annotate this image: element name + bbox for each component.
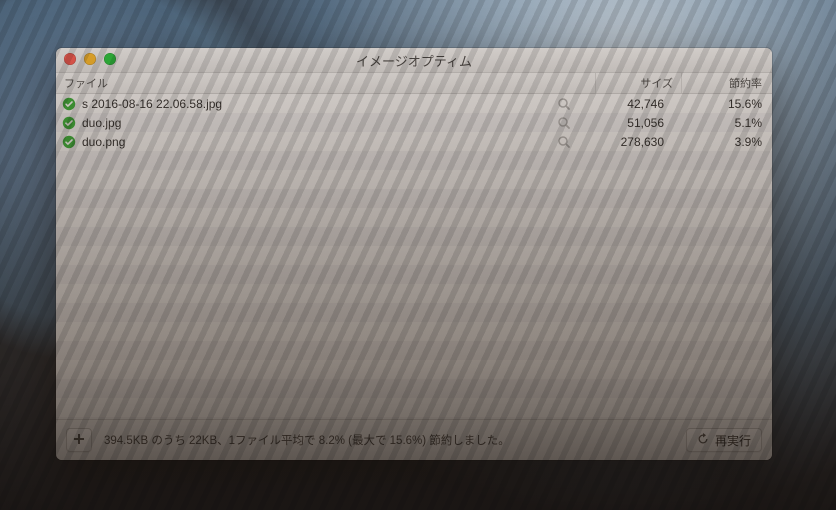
file-size: 278,630 [578, 135, 672, 149]
desktop-background: イメージオプティム ファイル サイズ 節約率 s 2016-08-16 22.0… [0, 0, 836, 510]
rerun-label: 再実行 [715, 432, 751, 449]
savings-percent: 15.6% [672, 97, 772, 111]
table-row[interactable]: duo.jpg 51,0565.1% [56, 113, 772, 132]
file-size: 51,056 [578, 116, 672, 130]
app-window: イメージオプティム ファイル サイズ 節約率 s 2016-08-16 22.0… [56, 48, 772, 460]
rerun-button[interactable]: 再実行 [686, 428, 762, 452]
file-size: 42,746 [578, 97, 672, 111]
close-button[interactable] [64, 53, 76, 65]
window-title: イメージオプティム [356, 51, 472, 70]
column-header-savings[interactable]: 節約率 [682, 73, 772, 93]
column-header-file[interactable]: ファイル [56, 73, 596, 93]
status-ok-icon [62, 97, 76, 111]
table-row[interactable]: s 2016-08-16 22.06.58.jpg 42,74615.6% [56, 94, 772, 113]
window-controls [64, 53, 116, 65]
add-button[interactable] [66, 428, 92, 452]
filename: duo.jpg [82, 116, 121, 130]
filename: s 2016-08-16 22.06.58.jpg [82, 97, 222, 111]
savings-percent: 3.9% [672, 135, 772, 149]
reveal-in-finder-icon[interactable] [556, 115, 572, 131]
footer-bar: 394.5KB のうち 22KB、1ファイル平均で 8.2% (最大で 15.6… [56, 419, 772, 460]
zoom-button[interactable] [104, 53, 116, 65]
reveal-in-finder-icon[interactable] [556, 96, 572, 112]
plus-icon [73, 433, 85, 448]
refresh-icon [697, 433, 709, 448]
titlebar[interactable]: イメージオプティム [56, 48, 772, 73]
column-header-size[interactable]: サイズ [596, 73, 682, 93]
table-header: ファイル サイズ 節約率 [56, 73, 772, 94]
filename: duo.png [82, 135, 125, 149]
status-ok-icon [62, 116, 76, 130]
table-body[interactable]: s 2016-08-16 22.06.58.jpg 42,74615.6% duo.… [56, 94, 772, 419]
table-row[interactable]: duo.png 278,6303.9% [56, 132, 772, 151]
savings-percent: 5.1% [672, 116, 772, 130]
status-ok-icon [62, 135, 76, 149]
status-text: 394.5KB のうち 22KB、1ファイル平均で 8.2% (最大で 15.6… [104, 432, 674, 448]
reveal-in-finder-icon[interactable] [556, 134, 572, 150]
minimize-button[interactable] [84, 53, 96, 65]
